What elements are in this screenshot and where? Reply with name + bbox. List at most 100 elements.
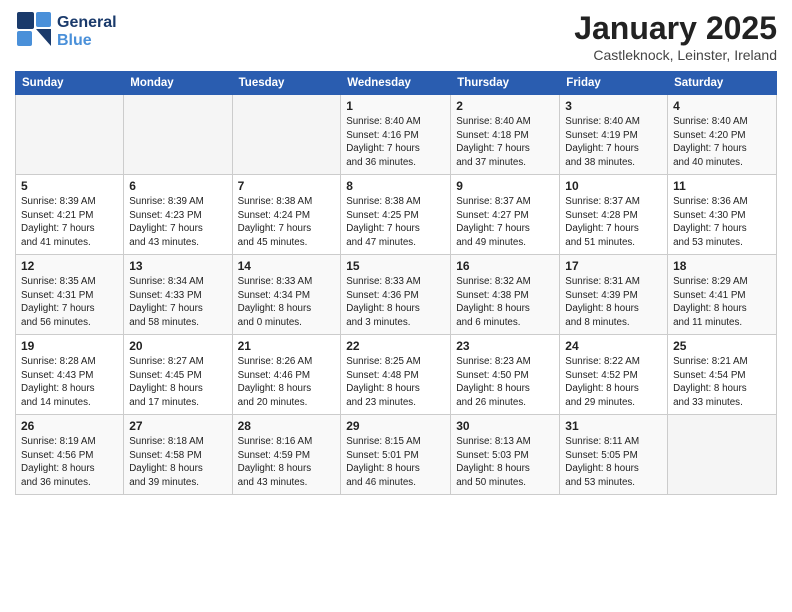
calendar-day-cell [668,415,777,495]
day-info: Sunrise: 8:16 AM Sunset: 4:59 PM Dayligh… [238,435,336,490]
calendar-day-cell: 5 Sunrise: 8:39 AM Sunset: 4:21 PM Daylig… [16,175,124,255]
calendar-day-cell [124,95,232,175]
weekday-header-cell: Tuesday [232,72,341,95]
day-number: 24 [565,339,662,353]
calendar-day-cell: 3Sunrise: 8:40 AM Sunset: 4:19 PM Daylig… [560,95,668,175]
day-number: 13 [129,259,226,273]
calendar-day-cell: 11 Sunrise: 8:36 AM Sunset: 4:30 PM Dayli… [668,175,777,255]
day-info: Sunrise: 8:39 AM Sunset: 4:23 PM Dayligh… [129,195,226,250]
day-number: 11 [673,179,771,193]
day-number: 2 [456,99,554,113]
weekday-header-row: SundayMondayTuesdayWednesdayThursdayFrid… [16,72,777,95]
calendar-day-cell: 24 Sunrise: 8:22 AM Sunset: 4:52 PM Dayli… [560,335,668,415]
day-info: Sunrise: 8:21 AM Sunset: 4:54 PM Dayligh… [673,355,771,410]
calendar-day-cell: 15 Sunrise: 8:33 AM Sunset: 4:36 PM Dayli… [341,255,451,335]
day-number: 31 [565,419,662,433]
calendar-day-cell: 7 Sunrise: 8:38 AM Sunset: 4:24 PM Daylig… [232,175,341,255]
weekday-header-cell: Sunday [16,72,124,95]
calendar-day-cell: 28 Sunrise: 8:16 AM Sunset: 4:59 PM Dayli… [232,415,341,495]
calendar-day-cell: 4Sunrise: 8:40 AM Sunset: 4:20 PM Daylig… [668,95,777,175]
weekday-header-cell: Monday [124,72,232,95]
day-info: Sunrise: 8:13 AM Sunset: 5:03 PM Dayligh… [456,435,554,490]
day-number: 1 [346,99,445,113]
page: General Blue January 2025 Castleknock, L… [0,0,792,612]
day-number: 7 [238,179,336,193]
day-info: Sunrise: 8:18 AM Sunset: 4:58 PM Dayligh… [129,435,226,490]
calendar-table: SundayMondayTuesdayWednesdayThursdayFrid… [15,71,777,495]
day-number: 17 [565,259,662,273]
day-info: Sunrise: 8:35 AM Sunset: 4:31 PM Dayligh… [21,275,118,330]
calendar-day-cell: 6 Sunrise: 8:39 AM Sunset: 4:23 PM Daylig… [124,175,232,255]
day-number: 8 [346,179,445,193]
day-number: 10 [565,179,662,193]
day-info: Sunrise: 8:37 AM Sunset: 4:27 PM Dayligh… [456,195,554,250]
weekday-header-cell: Thursday [451,72,560,95]
calendar-day-cell: 12 Sunrise: 8:35 AM Sunset: 4:31 PM Dayli… [16,255,124,335]
day-info: Sunrise: 8:22 AM Sunset: 4:52 PM Dayligh… [565,355,662,410]
day-info: Sunrise: 8:32 AM Sunset: 4:38 PM Dayligh… [456,275,554,330]
day-info: Sunrise: 8:33 AM Sunset: 4:34 PM Dayligh… [238,275,336,330]
calendar-day-cell: 9Sunrise: 8:37 AM Sunset: 4:27 PM Daylig… [451,175,560,255]
calendar-week-row: 26 Sunrise: 8:19 AM Sunset: 4:56 PM Dayli… [16,415,777,495]
calendar-day-cell: 31 Sunrise: 8:11 AM Sunset: 5:05 PM Dayli… [560,415,668,495]
weekday-header-cell: Saturday [668,72,777,95]
day-info: Sunrise: 8:34 AM Sunset: 4:33 PM Dayligh… [129,275,226,330]
day-info: Sunrise: 8:40 AM Sunset: 4:18 PM Dayligh… [456,115,554,170]
day-number: 26 [21,419,118,433]
location-subtitle: Castleknock, Leinster, Ireland [574,47,777,63]
calendar-week-row: 19Sunrise: 8:28 AM Sunset: 4:43 PM Dayli… [16,335,777,415]
calendar-day-cell [232,95,341,175]
day-info: Sunrise: 8:19 AM Sunset: 4:56 PM Dayligh… [21,435,118,490]
calendar-day-cell: 10 Sunrise: 8:37 AM Sunset: 4:28 PM Dayli… [560,175,668,255]
calendar-day-cell: 1Sunrise: 8:40 AM Sunset: 4:16 PM Daylig… [341,95,451,175]
day-info: Sunrise: 8:27 AM Sunset: 4:45 PM Dayligh… [129,355,226,410]
calendar-day-cell: 21 Sunrise: 8:26 AM Sunset: 4:46 PM Dayli… [232,335,341,415]
day-number: 29 [346,419,445,433]
calendar-day-cell: 18 Sunrise: 8:29 AM Sunset: 4:41 PM Dayli… [668,255,777,335]
calendar-day-cell: 29Sunrise: 8:15 AM Sunset: 5:01 PM Dayli… [341,415,451,495]
calendar-day-cell: 22Sunrise: 8:25 AM Sunset: 4:48 PM Dayli… [341,335,451,415]
day-number: 19 [21,339,118,353]
calendar-day-cell: 23 Sunrise: 8:23 AM Sunset: 4:50 PM Dayli… [451,335,560,415]
day-info: Sunrise: 8:36 AM Sunset: 4:30 PM Dayligh… [673,195,771,250]
day-number: 25 [673,339,771,353]
weekday-header-cell: Friday [560,72,668,95]
calendar-day-cell: 26 Sunrise: 8:19 AM Sunset: 4:56 PM Dayli… [16,415,124,495]
day-number: 12 [21,259,118,273]
day-info: Sunrise: 8:40 AM Sunset: 4:20 PM Dayligh… [673,115,771,170]
calendar-day-cell: 25 Sunrise: 8:21 AM Sunset: 4:54 PM Dayli… [668,335,777,415]
day-number: 5 [21,179,118,193]
day-number: 6 [129,179,226,193]
calendar-day-cell: 30Sunrise: 8:13 AM Sunset: 5:03 PM Dayli… [451,415,560,495]
calendar-day-cell: 13 Sunrise: 8:34 AM Sunset: 4:33 PM Dayli… [124,255,232,335]
day-number: 23 [456,339,554,353]
day-info: Sunrise: 8:37 AM Sunset: 4:28 PM Dayligh… [565,195,662,250]
calendar-day-cell: 19Sunrise: 8:28 AM Sunset: 4:43 PM Dayli… [16,335,124,415]
day-info: Sunrise: 8:26 AM Sunset: 4:46 PM Dayligh… [238,355,336,410]
calendar-week-row: 12 Sunrise: 8:35 AM Sunset: 4:31 PM Dayli… [16,255,777,335]
day-info: Sunrise: 8:39 AM Sunset: 4:21 PM Dayligh… [21,195,118,250]
calendar-body: 1Sunrise: 8:40 AM Sunset: 4:16 PM Daylig… [16,95,777,495]
calendar-day-cell: 8Sunrise: 8:38 AM Sunset: 4:25 PM Daylig… [341,175,451,255]
logo-icon [15,10,53,48]
day-number: 22 [346,339,445,353]
day-info: Sunrise: 8:31 AM Sunset: 4:39 PM Dayligh… [565,275,662,330]
calendar-day-cell: 27Sunrise: 8:18 AM Sunset: 4:58 PM Dayli… [124,415,232,495]
day-info: Sunrise: 8:29 AM Sunset: 4:41 PM Dayligh… [673,275,771,330]
day-number: 15 [346,259,445,273]
day-info: Sunrise: 8:23 AM Sunset: 4:50 PM Dayligh… [456,355,554,410]
day-info: Sunrise: 8:38 AM Sunset: 4:24 PM Dayligh… [238,195,336,250]
day-info: Sunrise: 8:11 AM Sunset: 5:05 PM Dayligh… [565,435,662,490]
logo-line1: General [57,14,117,32]
logo: General Blue [15,10,117,53]
day-number: 18 [673,259,771,273]
logo-line2: Blue [57,32,117,50]
day-number: 3 [565,99,662,113]
day-number: 14 [238,259,336,273]
day-number: 20 [129,339,226,353]
calendar-day-cell: 2 Sunrise: 8:40 AM Sunset: 4:18 PM Daylig… [451,95,560,175]
calendar-week-row: 1Sunrise: 8:40 AM Sunset: 4:16 PM Daylig… [16,95,777,175]
day-number: 28 [238,419,336,433]
day-number: 21 [238,339,336,353]
day-info: Sunrise: 8:33 AM Sunset: 4:36 PM Dayligh… [346,275,445,330]
